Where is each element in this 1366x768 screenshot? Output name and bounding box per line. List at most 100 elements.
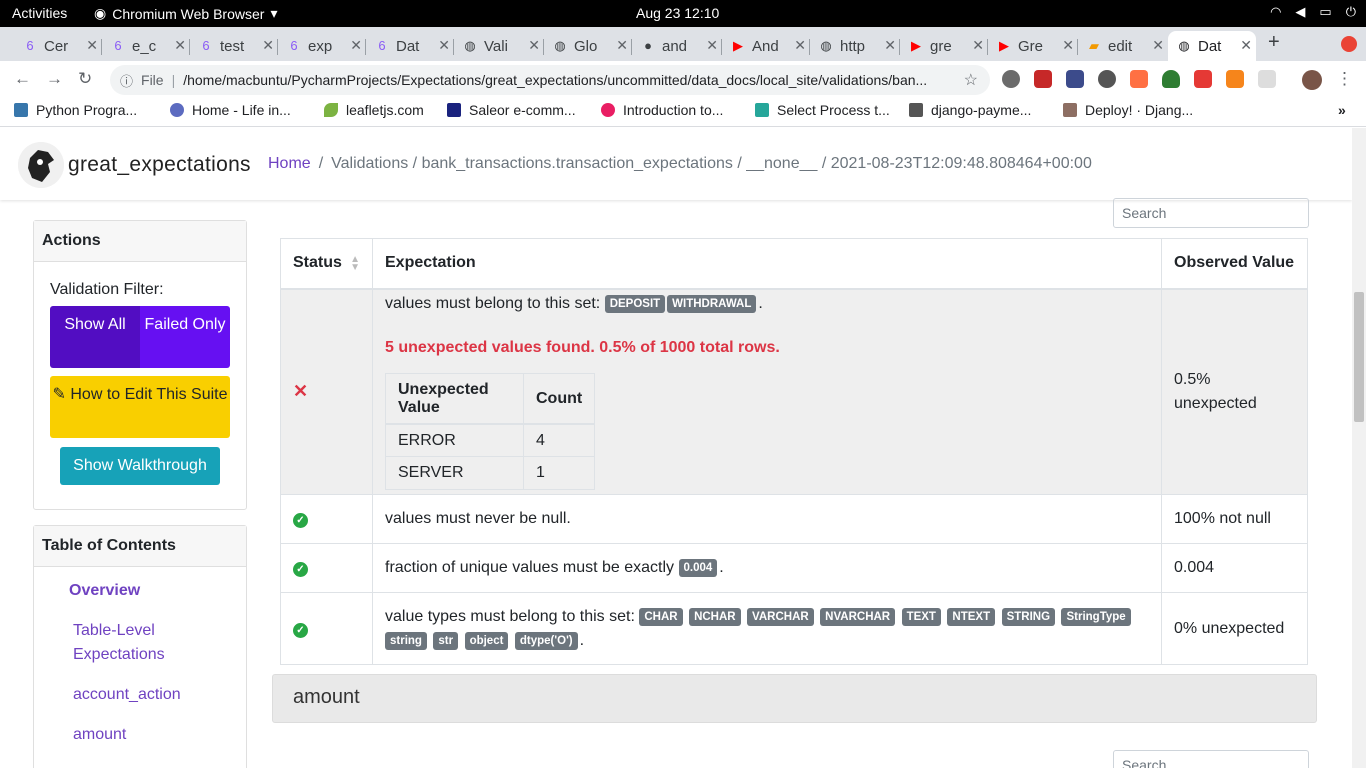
search-input[interactable]: Search [1113, 198, 1309, 228]
bookmark-item[interactable]: django-payme... [909, 102, 1031, 118]
avatar[interactable] [1302, 70, 1322, 90]
value-badge: TEXT [901, 607, 941, 626]
value-badge: StringType [1061, 607, 1131, 626]
close-icon[interactable]: ✕ [1240, 37, 1252, 54]
how-to-edit-button[interactable]: ✎ How to Edit This Suite [50, 376, 230, 438]
forward-icon[interactable]: → [46, 69, 63, 89]
info-icon[interactable]: ⓘ [120, 71, 133, 90]
tab-5[interactable]: 6 Dat ✕ [366, 31, 454, 61]
python-icon [14, 103, 28, 117]
observed-value-header[interactable]: Observed Value [1161, 238, 1308, 290]
chevron-down-icon: ▾ [270, 5, 278, 21]
tab-12[interactable]: ▶ Gre ✕ [988, 31, 1078, 61]
tab-label: and [662, 37, 688, 55]
close-icon[interactable]: ✕ [350, 37, 362, 54]
more-bookmarks-icon[interactable]: » [1338, 102, 1346, 118]
new-tab-button[interactable]: + [1268, 31, 1280, 54]
window-close-button[interactable] [1341, 36, 1357, 52]
bookmark-item[interactable]: Saleor e-comm... [447, 102, 576, 118]
tab-10[interactable]: ◍ http ✕ [810, 31, 900, 61]
table-row: ✓ values must never be null. 100% not nu… [280, 494, 1308, 544]
value-badge: NCHAR [689, 607, 741, 626]
extension-icon[interactable] [1130, 70, 1148, 88]
bookmark-item[interactable]: Introduction to... [601, 102, 723, 118]
bookmark-star-icon[interactable]: ☆ [964, 70, 978, 90]
tab-9[interactable]: ▶ And ✕ [722, 31, 810, 61]
close-icon[interactable]: ✕ [174, 37, 186, 54]
expectation-text: value types must belong to this set: [385, 607, 635, 625]
tab-8[interactable]: ● and ✕ [632, 31, 722, 61]
activities-button[interactable]: Activities [12, 5, 67, 21]
address-url[interactable]: /home/macbuntu/PycharmProjects/Expectati… [183, 72, 943, 88]
tab-11[interactable]: ▶ gre ✕ [900, 31, 988, 61]
value-badge: object [464, 631, 509, 650]
reload-icon[interactable]: ↻ [78, 69, 92, 89]
failed-only-button[interactable]: Failed Only [140, 306, 230, 368]
close-icon[interactable]: ✕ [884, 37, 896, 54]
page-scrollbar[interactable] [1352, 128, 1366, 768]
extension-icon[interactable] [1098, 70, 1116, 88]
close-icon[interactable]: ✕ [616, 37, 628, 54]
shield-icon[interactable] [1162, 70, 1180, 88]
saleor-icon [447, 103, 461, 117]
menu-icon[interactable]: ⋮ [1336, 69, 1353, 89]
bookmark-item[interactable]: leafletjs.com [324, 102, 424, 118]
app-menu[interactable]: ◉ Chromium Web Browser ▾ [94, 5, 277, 22]
tab-14-active[interactable]: ◍ Dat ✕ [1168, 31, 1256, 61]
battery-icon: ▭ [1319, 4, 1332, 19]
close-icon[interactable]: ✕ [86, 37, 98, 54]
tab-2[interactable]: 6 e_c ✕ [102, 31, 190, 61]
show-all-button[interactable]: Show All [50, 306, 140, 368]
bookmark-item[interactable]: Home - Life in... [170, 102, 291, 118]
bookmark-item[interactable]: Select Process t... [755, 102, 890, 118]
search-input[interactable]: Search [1113, 750, 1309, 768]
tab-3[interactable]: 6 test ✕ [190, 31, 278, 61]
youtube-icon: ▶ [999, 38, 1009, 53]
status-header[interactable]: Status ▲ ▼ [280, 238, 373, 290]
expectation-header[interactable]: Expectation [372, 238, 1162, 290]
clock[interactable]: Aug 23 12:10 [636, 5, 719, 21]
toc-item-table-level[interactable]: Table-Level Expectations [73, 619, 223, 667]
close-icon[interactable]: ✕ [972, 37, 984, 54]
tab-6[interactable]: ◍ Vali ✕ [454, 31, 544, 61]
close-icon[interactable]: ✕ [262, 37, 274, 54]
count-value: 4 [522, 423, 596, 458]
toc-item-amount[interactable]: amount [73, 723, 126, 747]
brand-title[interactable]: great_expectations [68, 153, 251, 177]
tab-7[interactable]: ◍ Glo ✕ [544, 31, 632, 61]
graphql-icon [601, 103, 615, 117]
metamask-icon[interactable] [1226, 70, 1244, 88]
address-bar[interactable]: ⓘ File | /home/macbuntu/PycharmProjects/… [110, 65, 990, 95]
scrollbar-thumb[interactable] [1354, 292, 1364, 422]
extension-icon[interactable] [1194, 70, 1212, 88]
value-badge: 0.004 [678, 559, 718, 577]
table-row: ERROR 4 [385, 423, 596, 458]
tab-13[interactable]: ▰ edit ✕ [1078, 31, 1168, 61]
extension-icon[interactable] [1002, 70, 1020, 88]
tab-label: Cer [44, 37, 69, 55]
toc-item-overview[interactable]: Overview [69, 579, 140, 603]
close-icon[interactable]: ✕ [438, 37, 450, 54]
close-icon[interactable]: ✕ [706, 37, 718, 54]
close-icon[interactable]: ✕ [528, 37, 540, 54]
bookmark-item[interactable]: Deploy! · Djang... [1063, 102, 1193, 118]
tab-1[interactable]: 6 Cer ✕ [14, 31, 102, 61]
tab-label: gre [930, 37, 952, 55]
close-icon[interactable]: ✕ [794, 37, 806, 54]
ge-logo[interactable] [18, 142, 64, 188]
observed-value-cell: 0.5% unexpected [1161, 288, 1308, 495]
extension-icon[interactable] [1066, 70, 1084, 88]
breadcrumb-home[interactable]: Home [268, 155, 311, 172]
show-walkthrough-button[interactable]: Show Walkthrough [60, 447, 220, 485]
close-icon[interactable]: ✕ [1152, 37, 1164, 54]
close-icon[interactable]: ✕ [1062, 37, 1074, 54]
tab-4[interactable]: 6 exp ✕ [278, 31, 366, 61]
bookmark-item[interactable]: Python Progra... [14, 102, 137, 118]
back-icon[interactable]: ← [14, 69, 31, 89]
section-header-amount[interactable]: amount [272, 674, 1317, 723]
extension-icon[interactable] [1034, 70, 1052, 88]
extension-icon[interactable] [1258, 70, 1276, 88]
book-icon: ▰ [1089, 38, 1099, 53]
system-tray[interactable]: ◠ ◀ ▭ ⏻ [1270, 4, 1356, 20]
toc-item-account-action[interactable]: account_action [73, 683, 181, 707]
